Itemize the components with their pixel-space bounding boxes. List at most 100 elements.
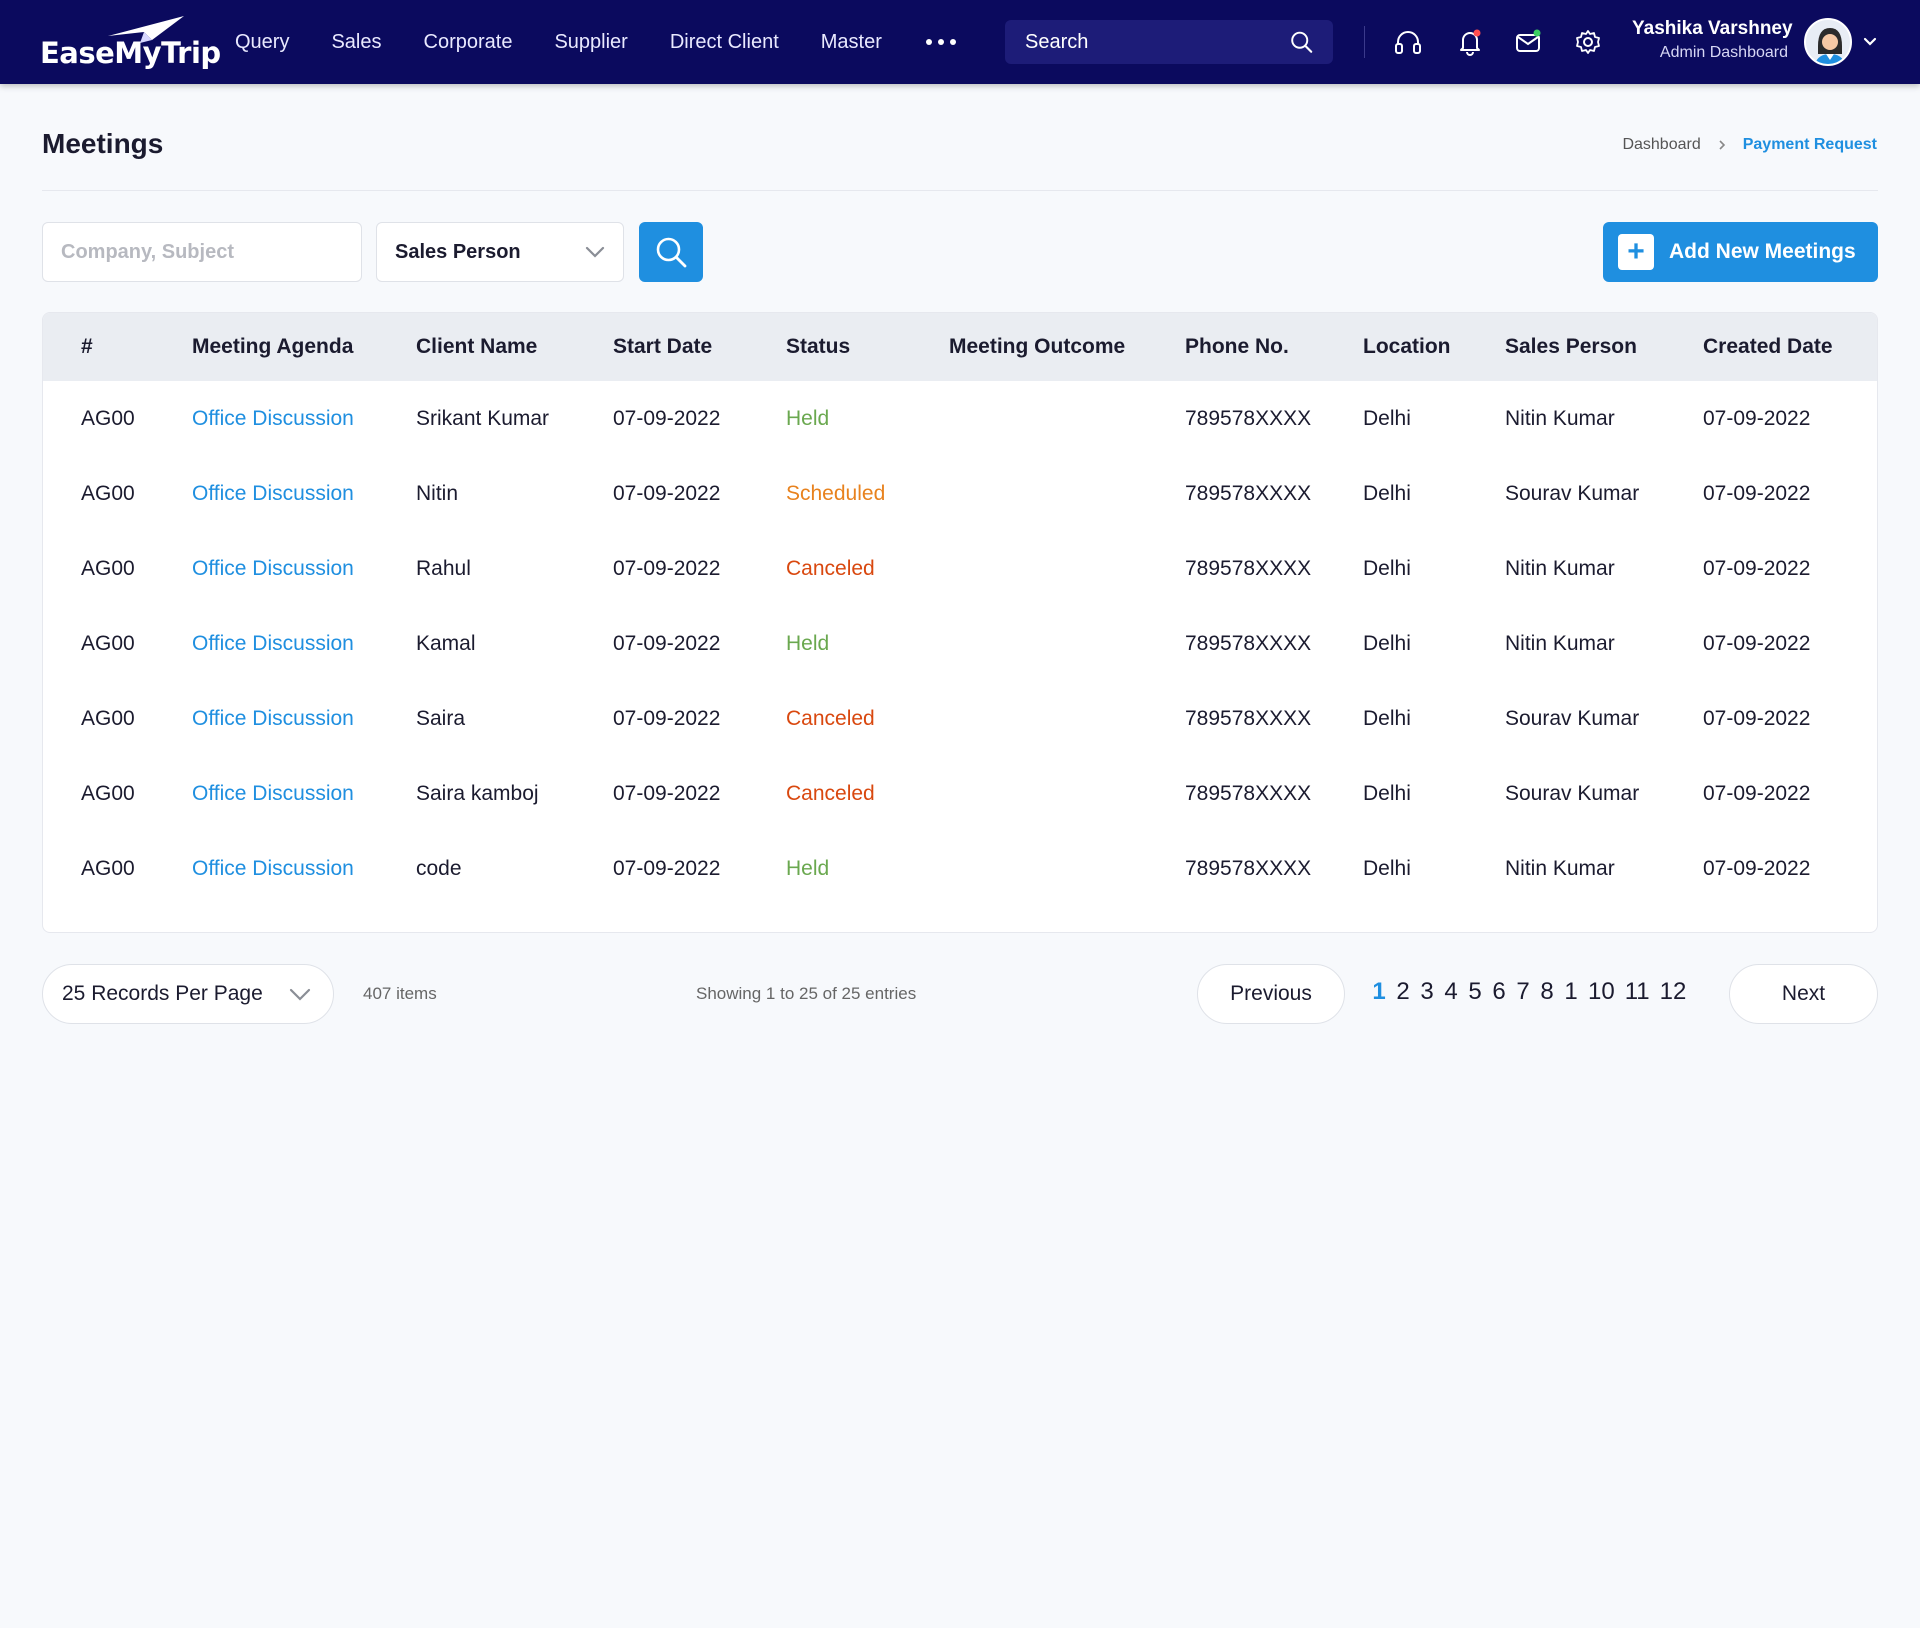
column-header-start-date[interactable]: Start Date (613, 335, 712, 359)
cell-start-date: 07-09-2022 (613, 407, 721, 430)
cell-status: Held (786, 632, 830, 655)
cell-meeting-agenda-link[interactable]: Office Discussion (192, 857, 354, 881)
cell-id: AG00 (81, 857, 135, 880)
table-row[interactable]: AG00 Office Discussion Srikant Kumar 07-09-… (43, 381, 1877, 456)
cell-status: Scheduled (786, 482, 886, 505)
cell-sales-person: Sourav Kumar (1505, 707, 1640, 730)
cell-phone: 789578XXXX (1185, 782, 1312, 805)
cell-sales-person: Nitin Kumar (1505, 557, 1615, 580)
nav-item-query[interactable]: Query (235, 31, 289, 54)
cell-id: AG00 (81, 707, 135, 730)
meetings-table: # Meeting Agenda Client Name Start Date … (42, 312, 1878, 933)
nav-item-corporate[interactable]: Corporate (424, 31, 513, 54)
page-number[interactable]: 3 (1420, 978, 1434, 1006)
cell-sales-person: Nitin Kumar (1505, 407, 1615, 430)
cell-meeting-agenda-link[interactable]: Office Discussion (192, 782, 354, 806)
table-row[interactable]: AG00 Office Discussion Nitin 07-09-2022 Sche… (43, 456, 1877, 531)
page-number[interactable]: 2 (1396, 978, 1410, 1006)
column-header-meeting-outcome[interactable]: Meeting Outcome (949, 335, 1125, 359)
cell-client-name: Rahul (416, 557, 471, 580)
cell-location: Delhi (1363, 782, 1411, 805)
cell-start-date: 07-09-2022 (613, 557, 721, 580)
records-per-page-label: 25 Records Per Page (62, 982, 263, 1005)
logo-text: EaseMyTrip (40, 36, 221, 70)
cell-meeting-agenda-link[interactable]: Office Discussion (192, 707, 354, 731)
page-number[interactable]: 8 (1540, 978, 1554, 1006)
cell-client-name: Srikant Kumar (416, 407, 550, 430)
items-count: 407 items (363, 984, 437, 1003)
add-new-meetings-label: Add New Meetings (1669, 240, 1856, 263)
filter-search-button[interactable] (639, 222, 703, 282)
cell-status: Held (786, 857, 830, 880)
page-number[interactable]: 6 (1492, 978, 1506, 1006)
column-header-created-date[interactable]: Created Date (1703, 335, 1833, 359)
cell-id: AG00 (81, 557, 135, 580)
next-page-button[interactable]: Next (1729, 964, 1878, 1024)
cell-location: Delhi (1363, 482, 1411, 505)
chevron-right-icon (1719, 140, 1725, 150)
column-header-location[interactable]: Location (1363, 335, 1451, 359)
cell-meeting-agenda-link[interactable]: Office Discussion (192, 482, 354, 506)
user-info[interactable]: Yashika Varshney Admin Dashboard (1632, 18, 1793, 62)
avatar[interactable] (1804, 18, 1852, 66)
page-number[interactable]: 12 (1660, 978, 1687, 1006)
table-row[interactable]: AG00 Office Discussion Saira kamboj 07-09-2… (43, 756, 1877, 831)
cell-start-date: 07-09-2022 (613, 482, 721, 505)
column-header-client-name[interactable]: Client Name (416, 335, 537, 359)
cell-location: Delhi (1363, 857, 1411, 880)
plus-icon: + (1618, 234, 1654, 270)
sales-person-select[interactable]: Sales Person (376, 222, 624, 282)
top-navbar: EaseMyTrip Query Sales Corporate Supplie… (0, 0, 1920, 84)
table-row[interactable]: AG00 Office Discussion Rahul 07-09-2022 Canc… (43, 531, 1877, 606)
chevron-down-icon[interactable] (1862, 34, 1878, 50)
column-header-status[interactable]: Status (786, 335, 850, 359)
global-search-input[interactable] (1025, 30, 1290, 54)
add-new-meetings-button[interactable]: + Add New Meetings (1603, 222, 1878, 282)
search-icon[interactable] (1290, 29, 1313, 55)
nav-item-direct-client[interactable]: Direct Client (670, 31, 779, 54)
column-header-meeting-agenda[interactable]: Meeting Agenda (192, 335, 353, 359)
bell-icon[interactable] (1452, 24, 1488, 60)
cell-start-date: 07-09-2022 (613, 632, 721, 655)
mail-icon[interactable] (1510, 24, 1546, 60)
cell-id: AG00 (81, 632, 135, 655)
cell-meeting-agenda-link[interactable]: Office Discussion (192, 407, 354, 431)
page-number[interactable]: 11 (1625, 978, 1650, 1006)
gear-icon[interactable] (1570, 24, 1606, 60)
page-number[interactable]: 7 (1516, 978, 1530, 1006)
company-subject-input[interactable] (61, 240, 343, 264)
headset-icon[interactable] (1390, 24, 1426, 60)
page-numbers: 1 2 3 4 5 6 7 8 1 10 11 12 (1372, 978, 1686, 1006)
cell-phone: 789578XXXX (1185, 482, 1312, 505)
records-per-page-select[interactable]: 25 Records Per Page (42, 964, 334, 1024)
page-number[interactable]: 4 (1444, 978, 1458, 1006)
column-header-sales-person[interactable]: Sales Person (1505, 335, 1637, 359)
table-row[interactable]: AG00 Office Discussion Kamal 07-09-2022 Held… (43, 606, 1877, 681)
table-row[interactable]: AG00 Office Discussion Saira 07-09-2022 Canc… (43, 681, 1877, 756)
breadcrumb-dashboard[interactable]: Dashboard (1622, 136, 1700, 154)
chevron-down-icon (585, 246, 605, 258)
previous-page-button[interactable]: Previous (1197, 964, 1345, 1024)
page-number[interactable]: 10 (1588, 978, 1615, 1006)
cell-phone: 789578XXXX (1185, 407, 1312, 430)
cell-meeting-agenda-link[interactable]: Office Discussion (192, 557, 354, 581)
more-menu-icon[interactable] (925, 39, 956, 45)
cell-sales-person: Nitin Kumar (1505, 632, 1615, 655)
cell-phone: 789578XXXX (1185, 857, 1312, 880)
page-number[interactable]: 1 (1564, 978, 1578, 1006)
table-row[interactable]: AG00 Office Discussion code 07-09-2022 Held 7… (43, 831, 1877, 906)
chevron-down-icon (289, 988, 311, 1001)
nav-item-sales[interactable]: Sales (331, 31, 381, 54)
cell-client-name: Saira kamboj (416, 782, 539, 805)
nav-item-supplier[interactable]: Supplier (554, 31, 627, 54)
page-number[interactable]: 1 (1372, 978, 1386, 1006)
page-number[interactable]: 5 (1468, 978, 1482, 1006)
app-logo[interactable]: EaseMyTrip (40, 14, 221, 70)
cell-meeting-agenda-link[interactable]: Office Discussion (192, 632, 354, 656)
user-role: Admin Dashboard (1659, 44, 1788, 61)
column-header-phone[interactable]: Phone No. (1185, 335, 1289, 359)
cell-start-date: 07-09-2022 (613, 707, 721, 730)
breadcrumb-payment-request[interactable]: Payment Request (1743, 136, 1877, 154)
cell-status: Canceled (786, 782, 875, 805)
nav-item-master[interactable]: Master (821, 31, 882, 54)
